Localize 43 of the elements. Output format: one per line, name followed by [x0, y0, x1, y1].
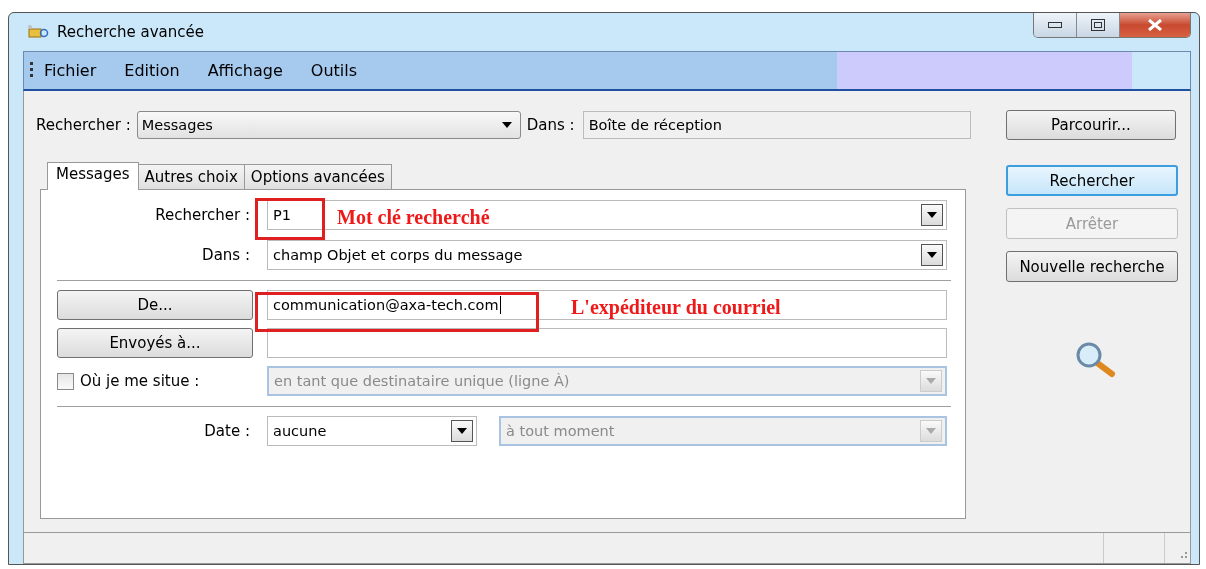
caret-icon — [927, 212, 937, 218]
tab[interactable]: Messages — [47, 162, 139, 190]
date-dropdown[interactable]: aucune — [267, 416, 477, 446]
action-button[interactable]: Rechercher — [1006, 165, 1178, 196]
dropdown-button[interactable] — [921, 204, 943, 226]
annotation-box — [255, 198, 325, 240]
date-label: Date : — [204, 422, 250, 440]
from-button[interactable]: De... — [57, 290, 253, 320]
location-label: Où je me situe : — [80, 372, 200, 390]
menu-item[interactable]: Outils — [310, 61, 358, 80]
menu-item[interactable]: Edition — [124, 61, 180, 80]
caret-icon — [926, 428, 936, 434]
folder-field: Boîte de réception — [582, 111, 971, 139]
menu-item[interactable]: Affichage — [207, 61, 283, 80]
caret-icon — [926, 378, 936, 384]
annotation-text: L'expéditeur du courriel — [571, 296, 781, 319]
dropdown-button[interactable] — [451, 420, 473, 442]
scope-label: Dans : — [202, 246, 250, 264]
close-button[interactable] — [1120, 13, 1190, 37]
minimize-button[interactable] — [1034, 13, 1077, 37]
recipients-button[interactable]: Envoyés à... — [57, 328, 253, 358]
caret-icon — [501, 122, 512, 128]
window-title: Recherche avancée — [57, 23, 205, 41]
maximize-button[interactable] — [1077, 13, 1120, 37]
keyword-label: Rechercher : — [155, 206, 250, 224]
tab[interactable]: Options avancées — [243, 164, 392, 189]
scope-dropdown[interactable]: champ Objet et corps du message — [267, 240, 947, 270]
caret-icon — [457, 428, 467, 434]
browse-button[interactable]: Parcourir... — [1006, 110, 1176, 140]
annotation-text: Mot clé recherché — [337, 206, 490, 229]
caret-icon — [927, 252, 937, 258]
dropdown-button[interactable] — [921, 244, 943, 266]
folder-label: Dans : — [526, 116, 575, 134]
minimize-icon — [1048, 22, 1062, 28]
type-dropdown[interactable]: Messages — [136, 111, 521, 139]
search-icon — [1074, 342, 1118, 378]
envelope-search-icon — [27, 24, 49, 40]
tab[interactable]: Autres choix — [137, 164, 245, 189]
search-label: Rechercher : — [36, 116, 131, 134]
maximize-icon — [1091, 19, 1105, 31]
menu-item[interactable]: Fichier — [44, 61, 97, 80]
action-button[interactable]: Nouvelle recherche — [1006, 251, 1178, 282]
close-icon — [1147, 19, 1163, 31]
